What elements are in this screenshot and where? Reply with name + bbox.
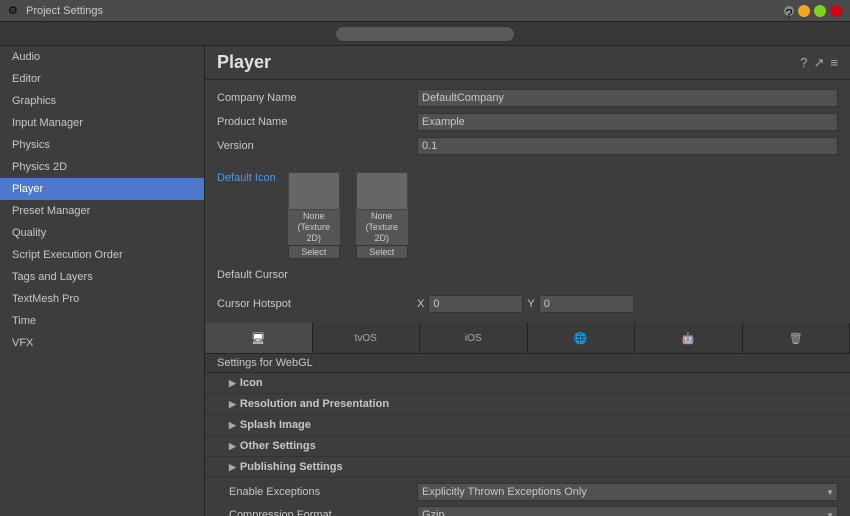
- close-button[interactable]: [830, 5, 842, 17]
- version-label: Version: [217, 140, 417, 152]
- publishing-section: Enable Exceptions Explicitly Thrown Exce…: [205, 478, 850, 516]
- cursor-hotspot-row: Cursor Hotspot X Y: [217, 295, 838, 313]
- tab-webgl[interactable]: 🌐: [528, 323, 636, 353]
- compression-format-label: Compression Format: [217, 509, 417, 516]
- hotspot-x-input[interactable]: [428, 295, 523, 313]
- enable-exceptions-label: Enable Exceptions: [217, 486, 417, 498]
- default-icon-section: Default Icon None (Texture 2D) Select No…: [205, 168, 850, 267]
- minimize-button[interactable]: [798, 5, 810, 17]
- content-area: Player ? ↗ ≡ Company Name Product Name V…: [205, 46, 850, 516]
- open-icon[interactable]: ↗: [814, 55, 825, 71]
- sidebar-item-editor[interactable]: Editor: [0, 68, 204, 90]
- collapsible-publishing[interactable]: ▶ Publishing Settings: [205, 457, 850, 478]
- collapsible-splash[interactable]: ▶ Splash Image: [205, 415, 850, 436]
- version-input[interactable]: [417, 137, 838, 155]
- sidebar-item-textmesh[interactable]: TextMesh Pro: [0, 288, 204, 310]
- tab-pc[interactable]: 🖥: [205, 323, 313, 353]
- sidebar-item-tags-layers[interactable]: Tags and Layers: [0, 266, 204, 288]
- search-bar: [0, 22, 850, 46]
- chevron-resolution-icon: ▶: [229, 399, 236, 410]
- help-icon[interactable]: ?: [800, 55, 807, 70]
- icon-preview-box-1: [288, 172, 340, 210]
- tab-android[interactable]: 🤖: [635, 323, 743, 353]
- sidebar-item-input-manager[interactable]: Input Manager: [0, 112, 204, 134]
- sidebar-item-player[interactable]: Player: [0, 178, 204, 200]
- pc-icon: 🖥: [251, 332, 265, 345]
- ios-label: iOS: [465, 333, 482, 344]
- sidebar-item-vfx[interactable]: VFX: [0, 332, 204, 354]
- sidebar-item-time[interactable]: Time: [0, 310, 204, 332]
- tab-extra[interactable]: 🗑: [743, 323, 850, 353]
- enable-exceptions-wrapper: Explicitly Thrown Exceptions Only None C…: [417, 483, 838, 501]
- icon-previews: None (Texture 2D) Select: [288, 172, 340, 259]
- compression-format-select[interactable]: Gzip Brotli Disabled: [417, 506, 838, 516]
- company-name-row: Company Name: [217, 88, 838, 108]
- platform-tabs: 🖥 tvOS iOS 🌐 🤖 🗑: [205, 323, 850, 354]
- sidebar-item-audio[interactable]: Audio: [0, 46, 204, 68]
- maximize-button[interactable]: [814, 5, 826, 17]
- cursor-select-button[interactable]: Select: [356, 245, 408, 259]
- default-cursor-row: Default Cursor: [205, 267, 850, 287]
- icon-left: Default Icon: [217, 172, 276, 259]
- title-bar-text: Project Settings: [26, 5, 103, 17]
- header-icons: ? ↗ ≡: [800, 55, 838, 71]
- chevron-other-icon: ▶: [229, 441, 236, 452]
- version-row: Version: [217, 136, 838, 156]
- cursor-preview-label: None (Texture 2D): [356, 210, 408, 245]
- hotspot-inputs: X Y: [417, 295, 634, 313]
- chevron-splash-icon: ▶: [229, 420, 236, 431]
- cursor-previews: None (Texture 2D) Select: [356, 172, 408, 259]
- webgl-settings-label: Settings for WebGL: [205, 354, 850, 373]
- default-icon-link[interactable]: Default Icon: [217, 172, 276, 184]
- enable-exceptions-select[interactable]: Explicitly Thrown Exceptions Only None C…: [417, 483, 838, 501]
- tab-tvos[interactable]: tvOS: [313, 323, 421, 353]
- sidebar-item-script-execution[interactable]: Script Execution Order: [0, 244, 204, 266]
- compression-format-row: Compression Format Gzip Brotli Disabled: [217, 505, 838, 516]
- collapsible-icon[interactable]: ▶ Icon: [205, 373, 850, 394]
- product-name-label: Product Name: [217, 116, 417, 128]
- chevron-publishing-icon: ▶: [229, 462, 236, 473]
- content-header: Player ? ↗ ≡: [205, 46, 850, 80]
- collapsible-other[interactable]: ▶ Other Settings: [205, 436, 850, 457]
- title-bar-controls: ?: [784, 5, 842, 17]
- trash-icon: 🗑: [789, 332, 803, 345]
- search-input[interactable]: [335, 26, 515, 42]
- collapsible-resolution[interactable]: ▶ Resolution and Presentation: [205, 394, 850, 415]
- sidebar-item-physics2d[interactable]: Physics 2D: [0, 156, 204, 178]
- tvos-label: tvOS: [355, 333, 377, 344]
- sidebar: Audio Editor Graphics Input Manager Phys…: [0, 46, 205, 516]
- cursor-hotspot-label: Cursor Hotspot: [217, 298, 417, 310]
- hotspot-y-input[interactable]: [539, 295, 634, 313]
- default-cursor-label: Default Cursor: [217, 269, 417, 281]
- cursor-preview-box: None (Texture 2D) Select: [356, 172, 408, 259]
- tab-ios[interactable]: iOS: [420, 323, 528, 353]
- product-name-row: Product Name: [217, 112, 838, 132]
- sidebar-item-preset-manager[interactable]: Preset Manager: [0, 200, 204, 222]
- sidebar-item-graphics[interactable]: Graphics: [0, 90, 204, 112]
- icon-preview-1: None (Texture 2D) Select: [288, 172, 340, 259]
- webgl-icon: 🌐: [574, 332, 588, 345]
- android-icon: 🤖: [681, 332, 695, 345]
- product-name-input[interactable]: [417, 113, 838, 131]
- y-label: Y: [527, 298, 534, 310]
- main-layout: Audio Editor Graphics Input Manager Phys…: [0, 46, 850, 516]
- company-name-label: Company Name: [217, 92, 417, 104]
- help-btn[interactable]: ?: [784, 6, 794, 16]
- sidebar-item-quality[interactable]: Quality: [0, 222, 204, 244]
- compression-format-wrapper: Gzip Brotli Disabled: [417, 506, 838, 516]
- sidebar-item-physics[interactable]: Physics: [0, 134, 204, 156]
- menu-icon[interactable]: ≡: [830, 55, 838, 70]
- x-label: X: [417, 298, 424, 310]
- title-bar-icon: ⚙: [8, 4, 22, 18]
- icon-select-button-1[interactable]: Select: [288, 245, 340, 259]
- chevron-icon: ▶: [229, 378, 236, 389]
- icon-preview-label-1: None (Texture 2D): [288, 210, 340, 245]
- title-bar: ⚙ Project Settings ?: [0, 0, 850, 22]
- main-form: Company Name Product Name Version: [205, 80, 850, 168]
- enable-exceptions-row: Enable Exceptions Explicitly Thrown Exce…: [217, 482, 838, 502]
- page-title: Player: [217, 52, 271, 73]
- company-name-input[interactable]: [417, 89, 838, 107]
- cursor-preview-img: [356, 172, 408, 210]
